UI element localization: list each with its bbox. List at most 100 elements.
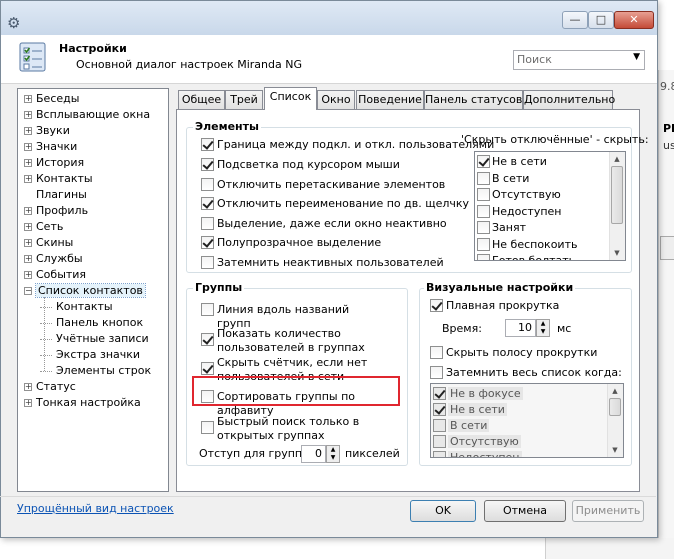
collapse-icon[interactable]: − [24, 287, 32, 295]
hide-offline-checkbox[interactable] [477, 221, 490, 234]
expand-icon[interactable]: + [24, 207, 32, 215]
tree-child-item[interactable]: Элементы строк [40, 363, 151, 379]
elements-option-checkbox[interactable] [201, 138, 214, 151]
hide-scrollbar-checkbox[interactable] [430, 346, 443, 359]
scroll-thumb[interactable] [611, 166, 623, 224]
tree-item[interactable]: + Службы [24, 251, 83, 267]
tree-item[interactable]: + Беседы [24, 91, 79, 107]
expand-icon[interactable]: + [24, 111, 32, 119]
tab-list[interactable]: Список [264, 87, 317, 110]
groups-option-checkbox[interactable] [201, 333, 214, 346]
scroll-up-arrow-icon[interactable]: ▲ [610, 152, 624, 166]
expand-icon[interactable]: + [24, 271, 32, 279]
tree-child-item[interactable]: Экстра значки [40, 347, 140, 363]
elements-option-checkbox[interactable] [201, 217, 214, 230]
hide-offline-checkbox[interactable] [477, 237, 490, 251]
close-button[interactable]: ✕ [614, 11, 654, 29]
scroll-thumb[interactable] [609, 398, 621, 416]
dim-list-checkbox[interactable] [430, 366, 443, 379]
tree-item[interactable]: + Всплывающие окна [24, 107, 150, 123]
ok-button[interactable]: OK [410, 500, 476, 522]
tab-advanced[interactable]: Дополнительно [523, 90, 615, 109]
chevron-down-icon[interactable]: ▼ [633, 52, 640, 62]
expand-icon[interactable]: + [24, 223, 32, 231]
expand-icon[interactable]: + [24, 159, 32, 167]
tab-behavior[interactable]: Поведение [356, 90, 424, 109]
spinner-up-icon[interactable]: ▲ [327, 446, 339, 454]
tree-item[interactable]: + Статус [24, 379, 76, 395]
hide-offline-listbox[interactable]: Не в сети В сети Отсутствую Недоступен Занят… [474, 151, 626, 261]
tree-item[interactable]: + История [24, 155, 84, 171]
elements-option-checkbox[interactable] [201, 236, 214, 249]
scroll-up-arrow-icon[interactable]: ▲ [608, 384, 622, 398]
spinner-down-icon[interactable]: ▼ [537, 328, 549, 336]
smooth-scroll-checkbox[interactable] [430, 299, 443, 312]
tab-tray[interactable]: Трей [225, 90, 263, 109]
hide-offline-scrollbar[interactable]: ▲ ▼ [609, 152, 625, 260]
elements-option-checkbox[interactable] [201, 197, 214, 210]
tab-window[interactable]: Окно [317, 90, 355, 109]
apply-button[interactable]: Применить [572, 500, 644, 522]
settings-tree[interactable]: + Беседы + Всплывающие окна + Звуки + Значки + Ис… [17, 88, 169, 492]
tree-item[interactable]: + События [24, 267, 86, 283]
dim-list-checkbox-item[interactable] [433, 387, 446, 400]
hide-offline-checkbox[interactable] [477, 254, 490, 260]
cancel-button[interactable]: Отмена [484, 500, 566, 522]
scroll-time-spinner[interactable]: ▲ ▼ [536, 319, 550, 337]
groups-option-label: Показать количество пользователей в груп… [217, 327, 365, 354]
tab-status-bar[interactable]: Панель статусов [424, 90, 523, 109]
dim-list-listbox[interactable]: Не в фокусе Не в сети В сети Отсутствую Недо… [430, 383, 624, 458]
dim-list-scrollbar[interactable]: ▲ ▼ [607, 384, 623, 457]
tree-item[interactable]: + Контакты [24, 171, 93, 187]
spinner-down-icon[interactable]: ▼ [327, 454, 339, 462]
tree-item[interactable]: Плагины [24, 187, 87, 203]
tree-item[interactable]: + Тонкая настройка [24, 395, 141, 411]
expand-icon[interactable]: + [24, 95, 32, 103]
hide-offline-checkbox[interactable] [477, 171, 490, 185]
tree-item[interactable]: + Значки [24, 139, 77, 155]
scroll-down-arrow-icon[interactable]: ▼ [610, 246, 624, 260]
expand-icon[interactable]: + [24, 399, 32, 407]
elements-option-checkbox[interactable] [201, 256, 214, 269]
minimize-button[interactable]: — [562, 11, 588, 29]
elements-option-checkbox[interactable] [201, 158, 214, 171]
expand-icon[interactable]: + [24, 255, 32, 263]
search-combobox[interactable]: Поиск ▼ [513, 50, 645, 70]
visual-settings-group-title: Визуальные настройки [424, 281, 576, 294]
scroll-down-arrow-icon[interactable]: ▼ [608, 443, 622, 457]
expand-icon[interactable]: + [24, 239, 32, 247]
hide-offline-checkbox[interactable] [477, 155, 490, 168]
tree-child-item[interactable]: Учётные записи [40, 331, 149, 347]
group-indent-spinner[interactable]: ▲ ▼ [326, 445, 340, 463]
dim-list-checkbox-item[interactable] [433, 419, 446, 432]
tree-child-item[interactable]: Панель кнопок [40, 315, 143, 331]
expand-icon[interactable]: + [24, 143, 32, 151]
groups-option-checkbox[interactable] [201, 362, 214, 375]
group-indent-input[interactable]: 0 [301, 445, 326, 463]
hide-offline-checkbox[interactable] [477, 188, 490, 201]
tree-item[interactable]: + Профиль [24, 203, 88, 219]
groups-option-checkbox[interactable] [201, 421, 214, 434]
dim-list-checkbox-item[interactable] [433, 451, 446, 457]
tree-item[interactable]: + Звуки [24, 123, 70, 139]
tree-item[interactable]: + Сеть [24, 219, 63, 235]
search-input[interactable]: Поиск [517, 53, 552, 66]
tree-child-item[interactable]: Контакты [40, 299, 113, 315]
scroll-time-input[interactable]: 10 [505, 319, 536, 337]
groups-option-checkbox[interactable] [201, 303, 214, 316]
background-text-b: PI [663, 122, 674, 135]
expand-icon[interactable]: + [24, 175, 32, 183]
maximize-button[interactable]: □ [588, 11, 614, 29]
expand-icon[interactable]: + [24, 127, 32, 135]
tree-item[interactable]: − Список контактов [24, 283, 146, 299]
elements-option-checkbox[interactable] [201, 178, 214, 191]
dim-list-checkbox-item[interactable] [433, 435, 446, 448]
hide-offline-checkbox[interactable] [477, 204, 490, 218]
spinner-up-icon[interactable]: ▲ [537, 320, 549, 328]
tab-general[interactable]: Общее [178, 90, 225, 109]
expand-icon[interactable]: + [24, 383, 32, 391]
tree-item-label: Статус [36, 380, 76, 393]
dim-list-checkbox-item[interactable] [433, 403, 446, 416]
tree-item[interactable]: + Скины [24, 235, 73, 251]
simple-view-link[interactable]: Упрощённый вид настроек [17, 502, 174, 515]
